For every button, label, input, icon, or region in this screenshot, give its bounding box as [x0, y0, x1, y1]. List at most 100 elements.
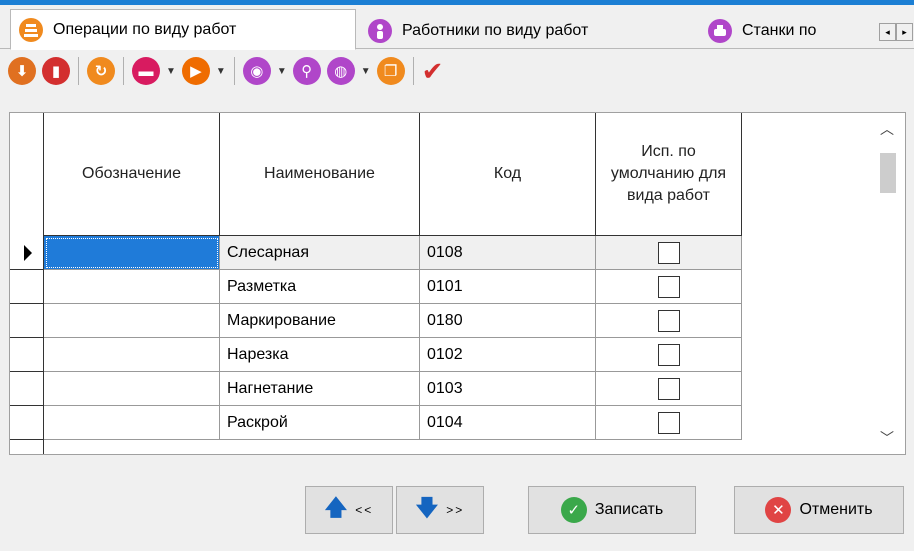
row-indicator [10, 338, 44, 372]
default-checkbox[interactable] [657, 411, 680, 434]
row-indicator [10, 270, 44, 304]
toolbar-separator [78, 57, 79, 85]
cell-designation[interactable] [44, 236, 220, 270]
column-header-name[interactable]: Наименование [220, 113, 420, 236]
save-button[interactable]: ✓ Записать [528, 486, 696, 534]
refresh-button[interactable]: ↻ [87, 55, 115, 87]
toolbar-separator [233, 57, 235, 85]
checkmark-icon: ✔ [421, 55, 444, 86]
cell-name[interactable]: Раскрой [220, 406, 420, 440]
cell-code[interactable]: 0102 [420, 338, 596, 372]
cell-designation[interactable] [44, 338, 220, 372]
cell-code[interactable]: 0180 [420, 304, 596, 338]
chevron-down-icon[interactable]: ▼ [216, 66, 226, 77]
cell-designation[interactable] [44, 406, 220, 440]
cell-designation[interactable] [44, 304, 220, 338]
print-button[interactable]: ▬ ▼ [132, 55, 176, 87]
operations-grid: Обозначение Наименование Код Исп. по умо… [9, 112, 906, 455]
globe-button[interactable]: ◍ ▼ [326, 55, 371, 87]
delete-button[interactable]: ▮ [42, 55, 70, 87]
cell-code[interactable]: 0103 [420, 372, 596, 406]
column-header-designation[interactable]: Обозначение [44, 113, 220, 236]
cell-designation[interactable] [44, 270, 220, 304]
scroll-down-icon[interactable]: ﹀ [880, 428, 894, 448]
cell-name[interactable]: Маркирование [220, 304, 420, 338]
cell-name[interactable]: Слесарная [220, 236, 420, 270]
cell-default [596, 338, 742, 372]
table-row[interactable]: Маркирование 0180 [10, 304, 742, 338]
tab-operations[interactable]: Операции по виду работ [10, 9, 356, 50]
arrow-up-icon: 🡅 [324, 495, 348, 520]
tab-scroll-right-icon: ▸ [902, 26, 907, 37]
tab-workers-label: Работники по виду работ [402, 22, 589, 39]
chevron-down-icon[interactable]: ▼ [166, 66, 176, 77]
tab-machines-label: Станки по [742, 22, 817, 39]
chevron-down-icon[interactable]: ▼ [361, 66, 371, 77]
cell-default [596, 372, 742, 406]
row-indicator [10, 372, 44, 406]
tab-machines[interactable]: Станки по [700, 13, 878, 49]
cell-designation[interactable] [44, 372, 220, 406]
tab-bar: Операции по виду работ Работники по виду… [0, 5, 914, 50]
column-header-label: Наименование [264, 165, 375, 182]
current-row-arrow-icon [24, 245, 32, 261]
row-indicator [10, 406, 44, 440]
table-row[interactable]: Нарезка 0102 [10, 338, 742, 372]
default-checkbox[interactable] [657, 241, 680, 264]
cell-default [596, 304, 742, 338]
previous-record-label: << [355, 503, 374, 517]
print-icon: ▬ [132, 57, 160, 85]
play-icon: ▶ [181, 57, 210, 85]
cell-code[interactable]: 0104 [420, 406, 596, 440]
view-button[interactable]: ◉ ▼ [242, 55, 287, 87]
toolbar: ⬇ ▮ ↻ ▬ ▼ ▶ ▼ ◉ ▼ ⚲ ◍ ▼ ❐ ✔ [0, 50, 914, 92]
apply-button[interactable]: ✔ [422, 55, 444, 87]
cell-default [596, 406, 742, 440]
default-checkbox[interactable] [657, 275, 680, 298]
row-indicator [10, 236, 44, 270]
row-indicator [10, 304, 44, 338]
scroll-up-icon[interactable]: ︿ [880, 119, 894, 139]
copy-button[interactable]: ❐ [376, 55, 405, 87]
cancel-button-label: Отменить [799, 501, 873, 518]
cell-code[interactable]: 0101 [420, 270, 596, 304]
table-row[interactable]: Нагнетание 0103 [10, 372, 742, 406]
download-icon: ⬇ [8, 57, 36, 85]
scrollbar-thumb[interactable] [880, 153, 896, 193]
table-row[interactable]: Слесарная 0108 [10, 236, 742, 270]
cell-name[interactable]: Нагнетание [220, 372, 420, 406]
toolbar-separator [412, 57, 414, 85]
next-record-button[interactable]: 🡇 >> [396, 486, 484, 534]
column-header-default[interactable]: Исп. по умолчанию для вида работ [596, 113, 742, 236]
run-button[interactable]: ▶ ▼ [181, 55, 226, 87]
previous-record-button[interactable]: 🡅 << [305, 486, 393, 534]
cell-name[interactable]: Разметка [220, 270, 420, 304]
default-checkbox[interactable] [657, 309, 680, 332]
cell-default [596, 236, 742, 270]
column-header-code[interactable]: Код [420, 113, 596, 236]
cell-default [596, 270, 742, 304]
table-row[interactable]: Разметка 0101 [10, 270, 742, 304]
save-button-label: Записать [594, 501, 664, 518]
default-checkbox[interactable] [657, 377, 680, 400]
next-record-label: >> [446, 503, 465, 517]
delete-icon: ▮ [42, 57, 70, 85]
cell-code[interactable]: 0108 [420, 236, 596, 270]
download-button[interactable]: ⬇ [8, 55, 36, 87]
table-row[interactable]: Раскрой 0104 [10, 406, 742, 440]
default-checkbox[interactable] [657, 343, 680, 366]
worker-icon [368, 19, 392, 43]
close-circle-icon: ✕ [765, 497, 792, 523]
tab-scroll-right-button[interactable]: ▸ [896, 23, 913, 41]
check-circle-icon: ✓ [560, 497, 587, 523]
copy-icon: ❐ [376, 57, 405, 85]
search-button[interactable]: ⚲ [292, 55, 321, 87]
vertical-scrollbar[interactable]: ︿ ﹀ [870, 113, 905, 454]
tab-scroll-left-button[interactable]: ◂ [879, 23, 896, 41]
chevron-down-icon[interactable]: ▼ [277, 66, 287, 77]
tab-operations-label: Операции по виду работ [53, 20, 237, 38]
cell-name[interactable]: Нарезка [220, 338, 420, 372]
cancel-button[interactable]: ✕ Отменить [734, 486, 904, 534]
search-icon: ⚲ [292, 57, 321, 85]
tab-workers[interactable]: Работники по виду работ [360, 13, 696, 49]
